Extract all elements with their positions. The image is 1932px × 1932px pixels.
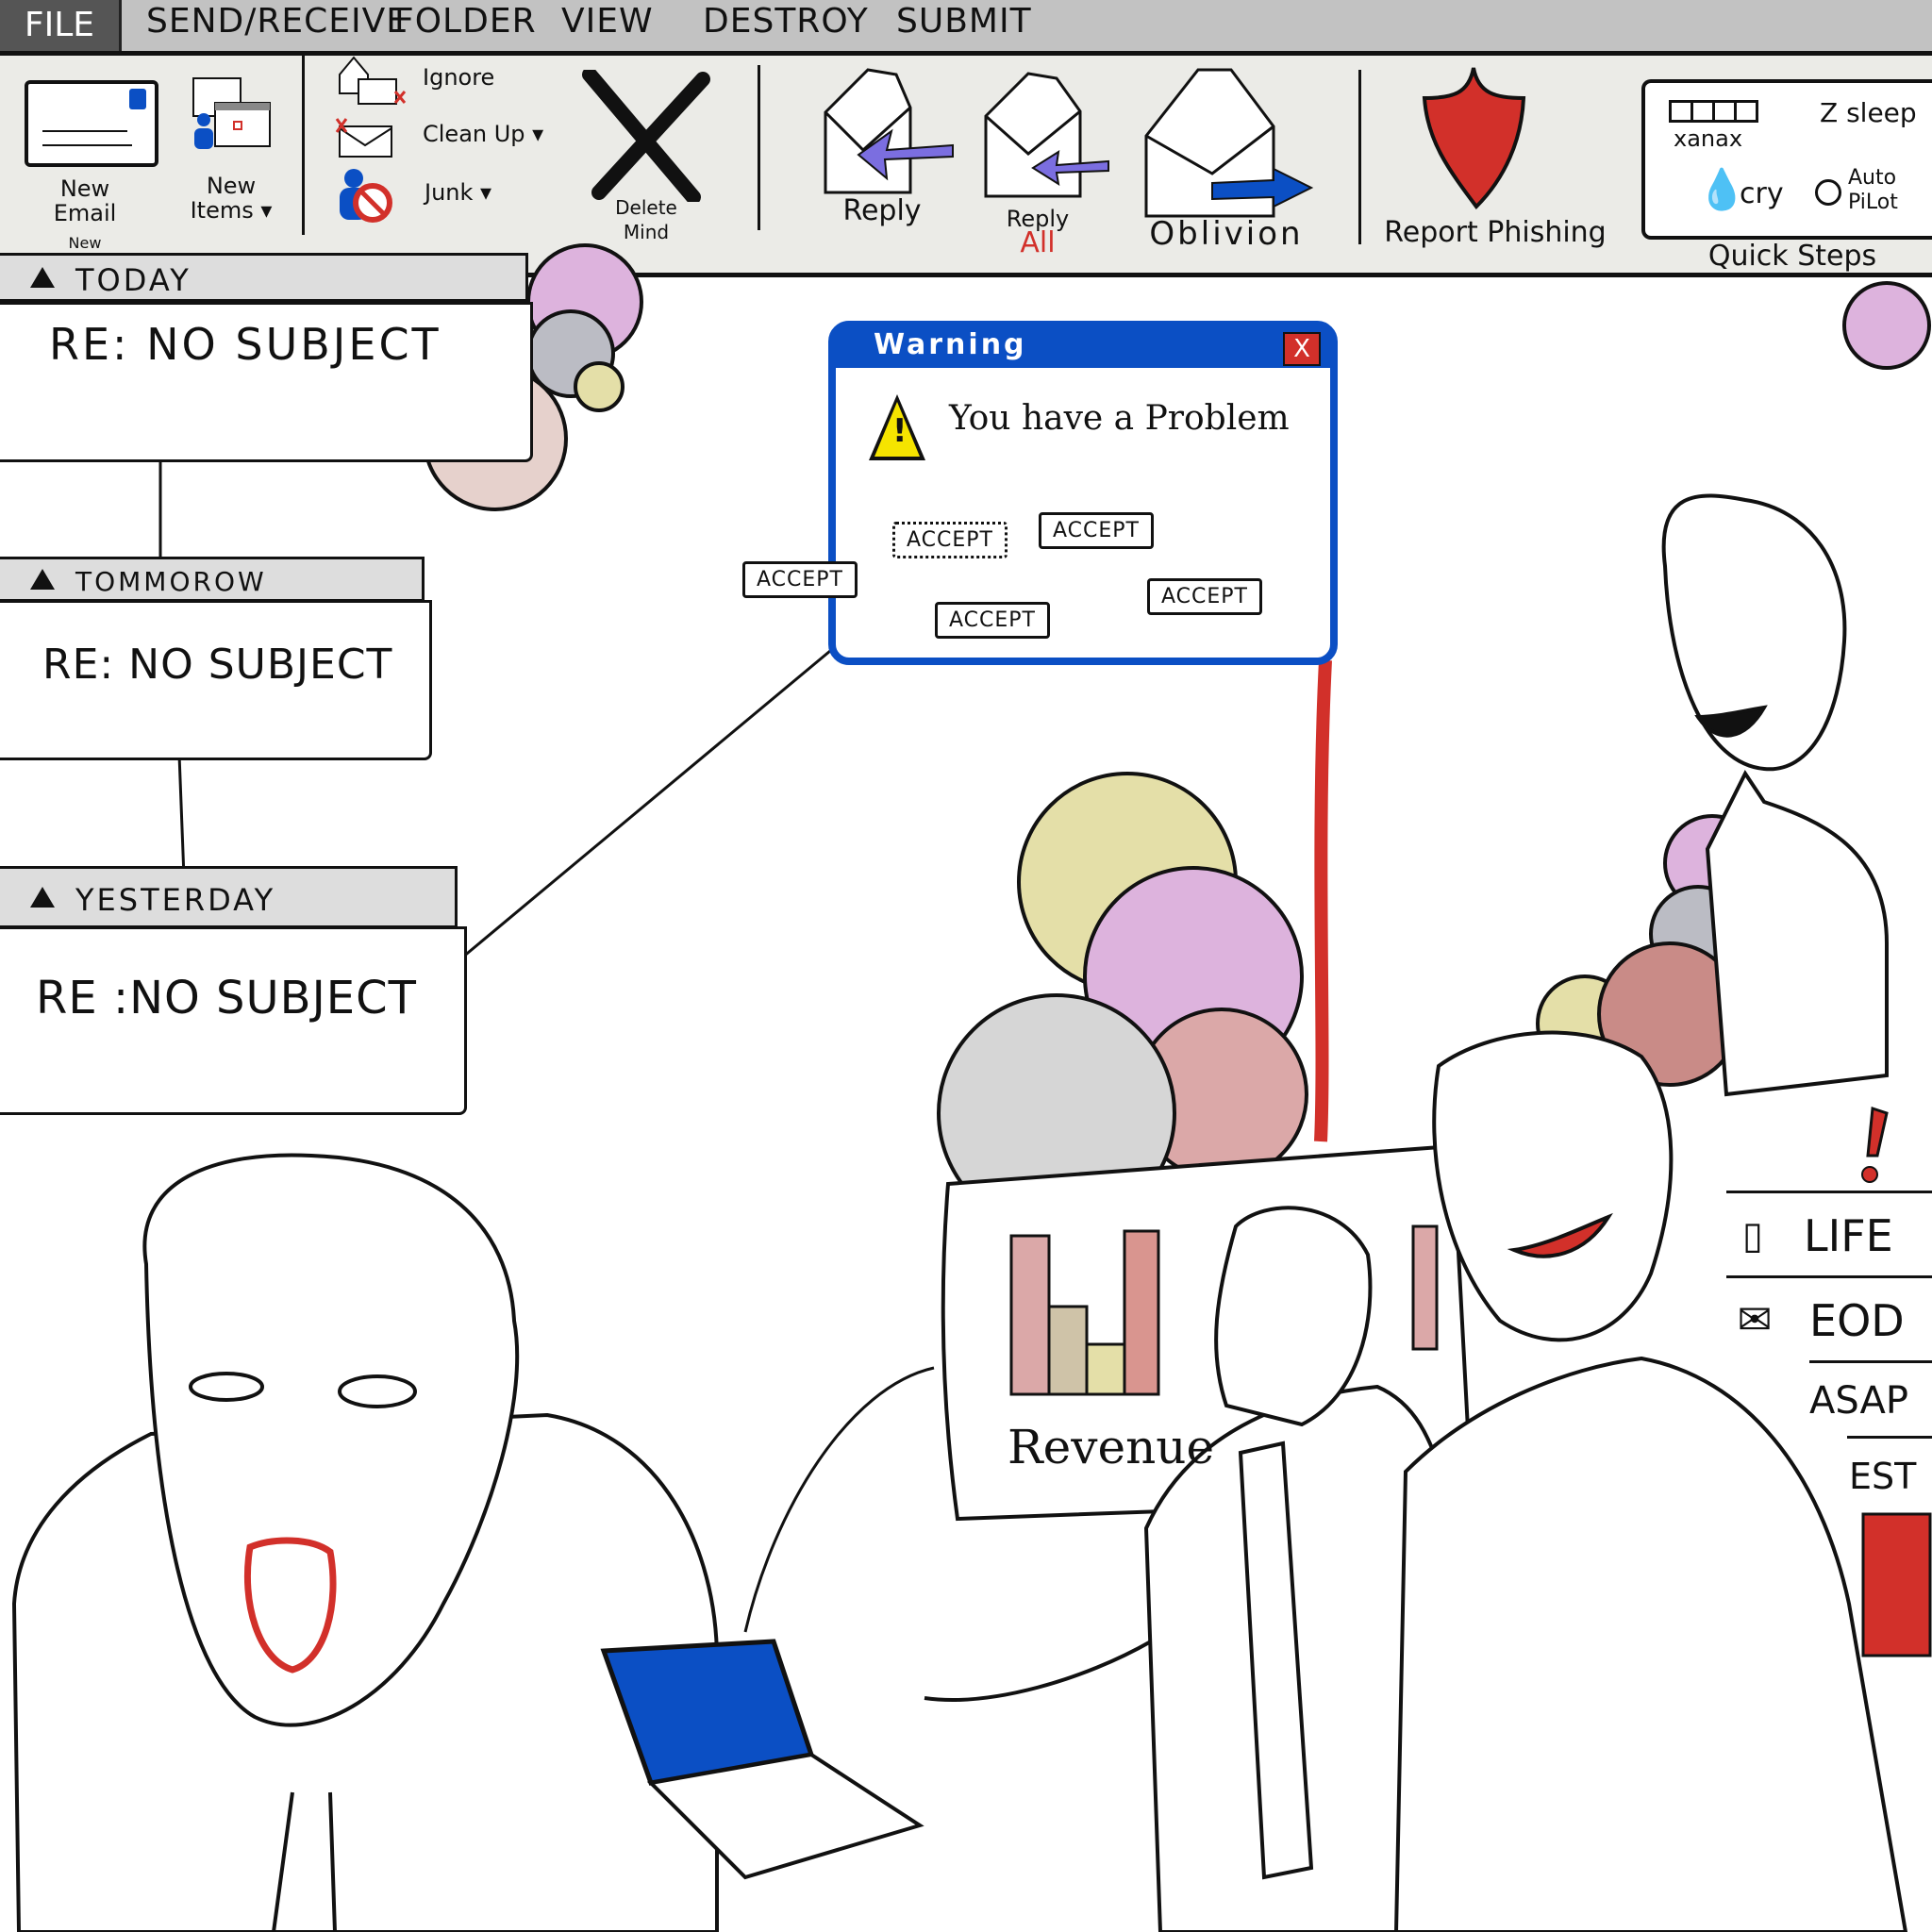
folder-header-label: TODAY <box>75 262 192 298</box>
collapse-triangle-icon <box>30 569 55 590</box>
category-label: EOD <box>1809 1295 1905 1346</box>
folder-header-yesterday[interactable]: YESTERDAY <box>0 866 458 928</box>
category-eod[interactable]: ✉ EOD <box>1726 1275 1932 1360</box>
category-label: ASAP <box>1809 1379 1908 1423</box>
category-asap[interactable]: ASAP <box>1809 1360 1932 1436</box>
accept-button[interactable]: ACCEPT <box>1147 578 1262 615</box>
email-subject: RE: NO SUBJECT <box>49 319 441 370</box>
email-item[interactable]: RE :NO SUBJECT <box>0 926 467 1115</box>
category-est[interactable]: EST <box>1847 1436 1932 1511</box>
category-life[interactable]: ▯ LIFE <box>1726 1191 1932 1275</box>
accept-button[interactable]: ACCEPT <box>742 561 858 598</box>
exclamation-icon <box>1866 1106 1889 1158</box>
warning-dialog: Warning X ! You have a Problem ACCEPT AC… <box>828 321 1338 665</box>
bottle-icon: ▯ <box>1741 1214 1763 1257</box>
collapse-triangle-icon <box>30 887 55 908</box>
revenue-bar <box>1411 1224 1439 1351</box>
folder-header-label: TOMMOROW <box>75 566 267 597</box>
folder-header-tomorrow[interactable]: TOMMOROW <box>0 557 425 602</box>
accept-button[interactable]: ACCEPT <box>1039 512 1154 549</box>
exclamation-dot <box>1861 1166 1878 1183</box>
screaming-man <box>11 1153 719 1932</box>
email-item[interactable]: RE: NO SUBJECT <box>0 302 533 462</box>
close-button[interactable]: X <box>1283 332 1321 366</box>
dialog-title: Warning <box>874 328 1027 361</box>
dialog-message: You have a Problem <box>949 399 1290 438</box>
red-block <box>1861 1512 1932 1657</box>
red-string <box>1314 659 1332 1142</box>
revenue-bar <box>1009 1234 1051 1396</box>
connector-line <box>461 649 831 959</box>
accept-button[interactable]: ACCEPT <box>892 522 1008 558</box>
email-subject: RE: NO SUBJECT <box>42 641 393 689</box>
revenue-bar <box>1047 1305 1089 1396</box>
collapse-triangle-icon <box>30 267 55 288</box>
revenue-bar <box>1085 1342 1126 1396</box>
folder-header-today[interactable]: TODAY <box>0 253 528 302</box>
category-label: LIFE <box>1804 1210 1893 1261</box>
category-label: EST <box>1849 1456 1917 1497</box>
revenue-bar <box>1123 1229 1160 1396</box>
folder-header-label: YESTERDAY <box>75 882 276 918</box>
revenue-label: Revenue <box>1008 1420 1215 1474</box>
warning-triangle-icon: ! <box>869 394 925 460</box>
email-item[interactable]: RE: NO SUBJECT <box>0 600 432 760</box>
accept-button[interactable]: ACCEPT <box>935 602 1050 639</box>
email-subject: RE :NO SUBJECT <box>36 972 417 1024</box>
dialog-title-bar: Warning <box>836 328 1330 368</box>
cable-line <box>743 1366 935 1633</box>
envelope-icon: ✉ <box>1737 1296 1773 1344</box>
laughing-businessman <box>1393 1030 1908 1932</box>
